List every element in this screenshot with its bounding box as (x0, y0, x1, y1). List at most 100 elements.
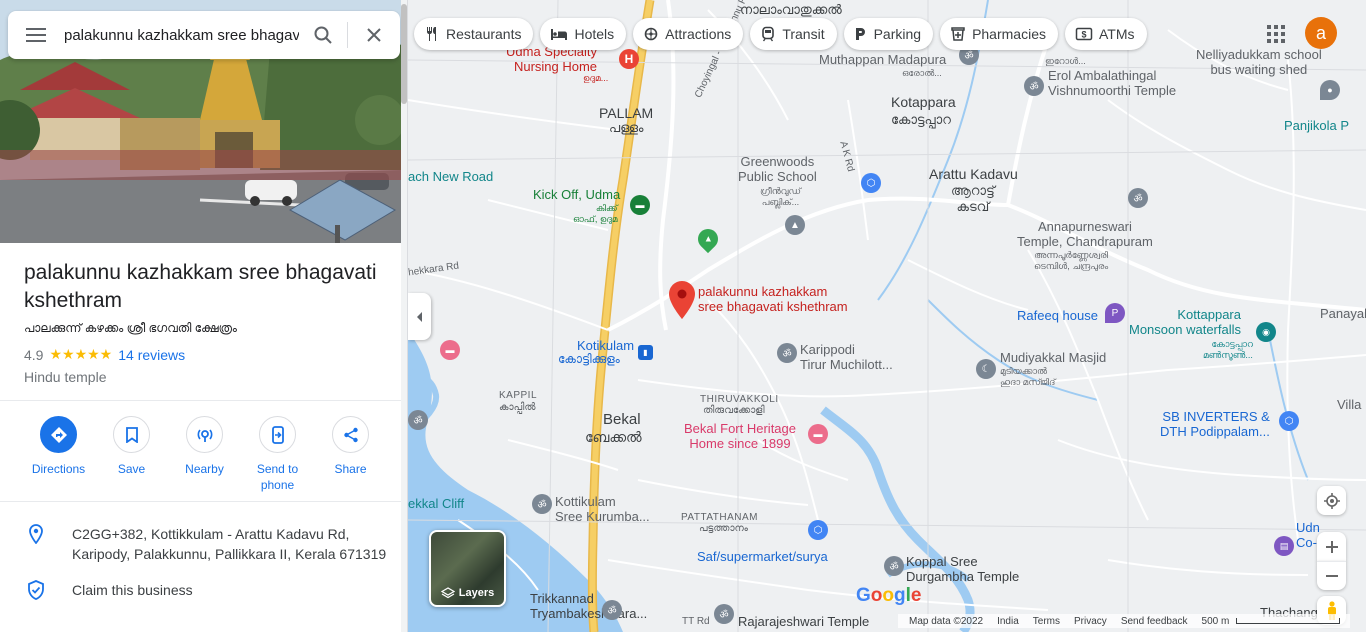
send-to-phone-button[interactable]: Send to phone (241, 416, 314, 493)
temple-pin-icon[interactable]: ॐ (777, 343, 797, 363)
rating-row: 4.9 ★★★★★ 14 reviews (24, 346, 394, 363)
shopping-pin-icon[interactable]: ⬡ (1279, 411, 1299, 431)
google-logo: Google (856, 585, 922, 606)
account-avatar[interactable]: a (1305, 17, 1337, 49)
map-canvas[interactable]: നാലാംവാതുക്കൽ H Udma Specialty Nursing H… (408, 0, 1366, 632)
map-label-villa[interactable]: Villa (1337, 397, 1361, 412)
map-label-annapurneswari[interactable]: Annapurneswari Temple, Chandrapuram (1017, 219, 1153, 249)
chip-label: Pharmacies (972, 26, 1046, 42)
selected-place-pin-icon[interactable] (669, 281, 695, 319)
chip-restaurants[interactable]: Restaurants (414, 18, 534, 50)
nearby-button[interactable]: Nearby (168, 416, 241, 493)
map-data-credit[interactable]: Map data ©2022 (909, 616, 983, 627)
temple-pin-icon[interactable]: ॐ (532, 494, 552, 514)
google-apps-button[interactable] (1262, 20, 1290, 48)
map-label-rafeeq[interactable]: Rafeeq house (1017, 308, 1098, 323)
map-label-bekal-fort[interactable]: Bekal Fort Heritage Home since 1899 (684, 421, 796, 451)
map-label-muthappan[interactable]: Muthappan Madapura (819, 52, 946, 67)
place-pin-icon[interactable]: ▤ (1274, 536, 1294, 556)
restaurant-pin-icon[interactable]: ▬ (630, 195, 650, 215)
map-label-karippodi[interactable]: Karippodi Tirur Muchilott... (800, 342, 893, 372)
chip-pharmacies[interactable]: Pharmacies (940, 18, 1058, 50)
claim-business-row[interactable]: Claim this business (0, 572, 402, 608)
map-label-arattu: Arattu Kadavu (929, 166, 1018, 182)
map-label-kotikulam[interactable]: Kotikulam (577, 338, 634, 353)
place-category[interactable]: Hindu temple (24, 369, 394, 385)
layers-label: Layers (458, 587, 495, 599)
scale-bar[interactable] (1236, 618, 1341, 624)
waterfall-pin-icon[interactable]: ◉ (1256, 322, 1276, 342)
temple-pin-icon[interactable]: ॐ (408, 410, 428, 430)
minus-icon (1325, 575, 1338, 577)
share-button[interactable]: Share (314, 416, 387, 493)
zoom-out-button[interactable] (1317, 561, 1346, 590)
search-icon (314, 26, 332, 44)
map-label-saf[interactable]: Saf/supermarket/surya (697, 549, 828, 564)
map-label-panjikola[interactable]: Panjikola P (1284, 118, 1349, 133)
map-label-panayal[interactable]: Panayal Te (1320, 306, 1366, 321)
layers-button[interactable]: Layers (429, 530, 506, 607)
map-label-greenwoods[interactable]: Greenwoods Public School (738, 154, 817, 184)
panel-scrollbar[interactable] (401, 0, 407, 632)
directions-button[interactable]: Directions (22, 416, 95, 493)
send-feedback-link[interactable]: Send feedback (1121, 616, 1188, 627)
map-label-nelliyadukkam[interactable]: Nelliyadukkam school bus waiting shed (1196, 47, 1322, 77)
chip-parking[interactable]: Parking (843, 18, 934, 50)
clear-search-button[interactable] (348, 11, 400, 59)
temple-pin-icon[interactable]: ॐ (1128, 188, 1148, 208)
map-label-mudiyakkal[interactable]: Mudiyakkal Masjid (1000, 350, 1106, 365)
map-label-ekkal-cliff[interactable]: ekkal Cliff (408, 496, 464, 511)
temple-pin-icon[interactable]: ॐ (1024, 76, 1044, 96)
scale-label[interactable]: 500 m (1202, 616, 1230, 627)
map-label-kickoff[interactable]: Kick Off, Udma (533, 187, 620, 202)
map-label-kottikulam-sree[interactable]: Kottikulam Sree Kurumba... (555, 494, 650, 524)
temple-pin-icon[interactable]: ॐ (602, 600, 622, 620)
hospital-pin-icon[interactable]: H (619, 49, 639, 69)
address-row[interactable]: C2GG+382, Kottikkulam - Arattu Kadavu Rd… (0, 516, 402, 572)
temple-pin-icon[interactable]: ॐ (714, 604, 734, 624)
menu-button[interactable] (8, 11, 64, 59)
map-label-sb-inverters[interactable]: SB INVERTERS & DTH Podippalam... (1160, 409, 1270, 439)
place-pin-icon[interactable]: ● (1320, 80, 1340, 100)
parking-icon (855, 28, 865, 40)
map-label-selected-place[interactable]: palakunnu kazhakkam sree bhagavati kshet… (698, 284, 848, 314)
map-label-rajarajeshwari[interactable]: Rajarajeshwari Temple (738, 614, 869, 629)
place-pin-icon[interactable]: P (1105, 303, 1125, 323)
train-station-icon[interactable]: ▮ (638, 345, 653, 360)
mosque-pin-icon[interactable]: ☾ (976, 359, 996, 379)
save-button[interactable]: Save (95, 416, 168, 493)
map-label-erol[interactable]: Erol Ambalathingal Vishnumoorthi Temple (1048, 68, 1176, 98)
map-label-kottappara-waterfalls[interactable]: Kottappara Monsoon waterfalls (1129, 307, 1241, 337)
reviews-link[interactable]: 14 reviews (118, 347, 185, 363)
shopping-pin-icon[interactable]: ⬡ (861, 173, 881, 193)
privacy-link[interactable]: Privacy (1074, 616, 1107, 627)
chip-attractions[interactable]: Attractions (633, 18, 744, 50)
shopping-pin-icon[interactable]: ⬡ (808, 520, 828, 540)
chip-label: Parking (873, 26, 922, 42)
bed-icon (551, 29, 568, 40)
chip-atms[interactable]: $ ATMs (1064, 18, 1147, 50)
chip-hotels[interactable]: Hotels (540, 18, 627, 50)
search-button[interactable] (299, 11, 347, 59)
transit-icon (762, 26, 775, 42)
my-location-button[interactable] (1317, 486, 1346, 515)
search-input[interactable] (64, 26, 299, 44)
zoom-in-button[interactable] (1317, 532, 1346, 561)
hotel-pin-icon[interactable]: ▬ (440, 340, 460, 360)
temple-pin-icon[interactable]: ॐ (884, 556, 904, 576)
claim-business-text: Claim this business (72, 582, 193, 598)
chip-transit[interactable]: Transit (750, 18, 837, 50)
collapse-panel-button[interactable] (408, 293, 431, 340)
map-label-beach-road[interactable]: ach New Road (408, 169, 493, 184)
location-pin-icon (29, 524, 43, 544)
map-footer: Map data ©2022 India Terms Privacy Send … (898, 614, 1351, 628)
country-link[interactable]: India (997, 616, 1019, 627)
panel-scrollbar-thumb[interactable] (401, 4, 407, 104)
school-pin-icon[interactable]: ▲ (785, 215, 805, 235)
chip-label: Transit (782, 26, 825, 42)
map-label-koppal[interactable]: Koppal Sree Durgambha Temple (906, 554, 1019, 584)
place-native-name: പാലക്കുന്ന് കഴക്കം ശ്രീ ഭഗവതി ക്ഷേത്രം (24, 321, 237, 335)
terms-link[interactable]: Terms (1033, 616, 1060, 627)
hotel-pin-icon[interactable]: ▬ (808, 424, 828, 444)
map-label-trikkannad[interactable]: Trikkannad Tryambakeshwara... (530, 591, 647, 621)
